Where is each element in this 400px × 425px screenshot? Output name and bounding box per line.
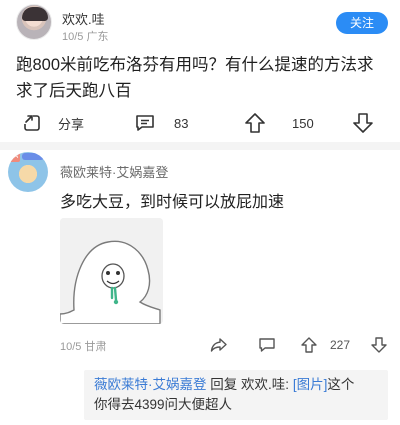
upvote-arrow-icon	[245, 113, 265, 133]
share-label: 分享	[58, 116, 85, 132]
comment-text: 多吃大豆，到时候可以放屁加速	[60, 194, 285, 211]
follow-button[interactable]: 关注	[336, 12, 388, 34]
share-icon	[24, 115, 40, 131]
downvote-button[interactable]	[352, 106, 374, 140]
comment-downvote-button[interactable]	[370, 334, 388, 356]
comment-icon	[259, 338, 275, 352]
reply-author[interactable]: 薇欧莱特·艾娲嘉登	[94, 377, 207, 392]
comment-upvote-count: 227	[330, 338, 351, 352]
upvote-button[interactable]: 150	[244, 106, 314, 140]
nested-reply[interactable]: 薇欧莱特·艾娲嘉登 回复 欢欢.哇: [图片]这个 你得去4399问大便超人	[84, 370, 388, 420]
comment-image[interactable]	[60, 218, 163, 324]
post-date: 10/5	[62, 31, 84, 43]
reply-target[interactable]: 欢欢.哇:	[241, 377, 289, 392]
reply-verb: 回复	[210, 377, 238, 392]
post-content: 跑800米前吃布洛芬有用吗？有什么提速的方法求求了后天跑八百	[16, 56, 374, 100]
upvote-count: 150	[292, 115, 314, 131]
comment-location: 甘肃	[84, 341, 107, 353]
upvote-arrow-icon	[301, 337, 317, 353]
post-location: 广东	[86, 31, 109, 43]
reply-text-a: 这个	[327, 377, 355, 392]
reply-image-link[interactable]: [图片]	[293, 377, 328, 392]
comment-button[interactable]: 83	[134, 106, 188, 140]
comment-upvote-button[interactable]: 227	[300, 334, 350, 356]
forward-icon	[210, 338, 227, 352]
post-meta: 10/5 广东	[62, 28, 108, 44]
downvote-arrow-icon	[371, 337, 387, 353]
downvote-arrow-icon	[353, 113, 373, 133]
comment-meta: 10/5 甘肃	[60, 338, 106, 354]
reply-line-1: 薇欧莱特·艾娲嘉登 回复 欢欢.哇: [图片]这个	[94, 375, 378, 395]
comment-share-button[interactable]	[210, 334, 228, 356]
author-name[interactable]: 欢欢.哇	[62, 9, 105, 28]
commenter-name[interactable]: 薇欧莱特·艾娲嘉登	[60, 162, 168, 181]
share-button[interactable]: 分享	[22, 106, 84, 140]
commenter-avatar[interactable]: TA	[8, 152, 48, 192]
comment-count: 83	[174, 115, 189, 131]
comment-reply-button[interactable]	[258, 334, 276, 356]
author-avatar[interactable]	[16, 4, 52, 40]
comment-date: 10/5	[60, 341, 82, 353]
commenter-badge: TA	[8, 152, 20, 162]
post-header: 欢欢.哇 10/5 广东 关注	[0, 0, 400, 48]
ghost-meme-sticker	[60, 218, 163, 324]
section-divider	[0, 142, 400, 150]
reply-text-b: 你得去4399问大便超人	[94, 397, 233, 412]
post-action-bar: 分享 83 150	[0, 106, 400, 140]
avatar-frame-decoration	[22, 153, 44, 160]
comment-icon	[136, 115, 154, 131]
